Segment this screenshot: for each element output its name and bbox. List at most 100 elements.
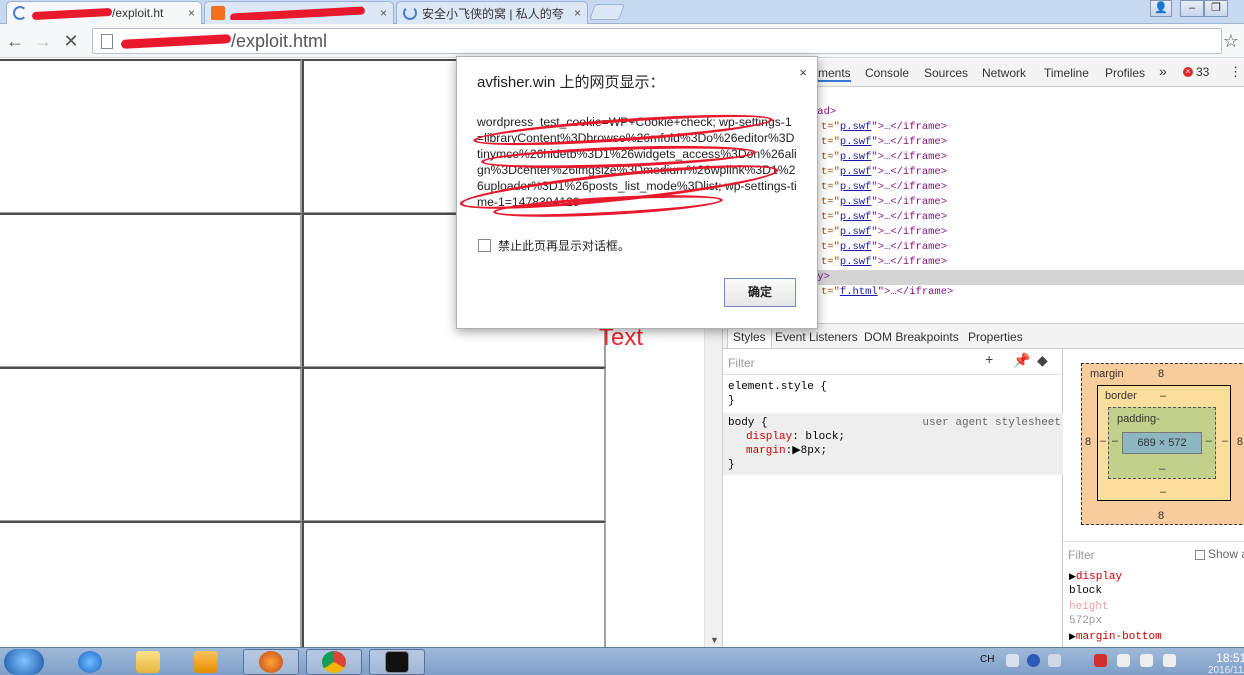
prop-name[interactable]: margin (746, 445, 786, 457)
firefox-taskbar-button[interactable] (243, 649, 299, 675)
new-tab-button[interactable] (589, 4, 625, 20)
tab-title: 安全小飞侠的窝 | 私人的夸 (422, 6, 564, 21)
margin-bottom: 8 (1158, 510, 1165, 522)
prop-name: height (1069, 601, 1109, 613)
scroll-down-icon[interactable]: ▼ (710, 635, 719, 645)
prop-value[interactable]: : block; (792, 431, 845, 443)
suppress-dialogs-checkbox[interactable]: 禁止此页再显示对话框。 (478, 237, 630, 254)
brace: } (728, 395, 735, 407)
show-all-label: Show a (1208, 547, 1244, 561)
media-player-taskbar-button[interactable] (178, 649, 234, 675)
border-top: – (1160, 390, 1167, 402)
page-icon (101, 33, 113, 49)
show-all-checkbox[interactable]: Show a (1195, 547, 1244, 561)
tab-close-icon[interactable]: × (188, 6, 195, 20)
margin-left: 8 (1085, 436, 1092, 448)
checkbox-box[interactable] (478, 239, 491, 252)
computed-prop[interactable]: height 572px (1069, 600, 1109, 628)
minimize-button[interactable]: – (1180, 0, 1204, 17)
computed-prop[interactable]: ▶display block (1069, 570, 1122, 598)
more-tabs-icon[interactable]: » (1159, 63, 1167, 79)
tab-sources[interactable]: Sources (924, 66, 968, 80)
media-player-icon (194, 651, 218, 673)
iframe-src-link[interactable]: p.swf (840, 226, 872, 238)
tab-event-listeners[interactable]: Event Listeners (775, 330, 858, 344)
error-icon: × (1183, 67, 1193, 77)
tab-exploit[interactable]: /exploit.ht × (6, 1, 202, 24)
network-error-icon[interactable] (1094, 654, 1107, 667)
stop-button[interactable]: ✕ (60, 30, 82, 52)
tab-close-icon[interactable]: × (574, 6, 581, 20)
system-clock[interactable]: 18:51 2016/11/ (1208, 651, 1244, 675)
tab-close-icon[interactable]: × (380, 6, 387, 20)
tab-profiles[interactable]: Profiles (1105, 66, 1145, 80)
add-rule-icon[interactable]: + (985, 353, 993, 369)
iframe-src-link[interactable]: p.swf (840, 136, 872, 148)
help-icon[interactable] (1027, 654, 1040, 667)
keyboard-icon[interactable] (1006, 654, 1019, 667)
color-format-icon[interactable]: ◆ (1037, 353, 1048, 370)
user-icon[interactable]: 👤 (1150, 0, 1172, 17)
iframe-src-link[interactable]: p.swf (840, 121, 872, 133)
tab-console[interactable]: Console (865, 66, 909, 80)
start-button[interactable] (4, 649, 44, 675)
tab-timeline[interactable]: Timeline (1044, 66, 1089, 80)
tab-network[interactable]: Network (982, 66, 1026, 80)
iframe-src-link[interactable]: p.swf (840, 166, 872, 178)
restore-button[interactable]: ❐ (1204, 0, 1228, 17)
bookmark-star-icon[interactable]: ☆ (1220, 30, 1242, 52)
padding-right: – (1205, 435, 1212, 447)
alert-dialog: avfisher.win 上的网页显示： × wordpress_test_co… (456, 56, 818, 329)
margin-right: 8 (1236, 436, 1243, 448)
explorer-taskbar-button[interactable] (120, 649, 176, 675)
address-bar[interactable]: /exploit.html (92, 28, 1222, 54)
stylesheet-source[interactable]: user agent stylesheet (922, 416, 1061, 430)
element-style-rule[interactable]: element.style { } (723, 377, 1063, 411)
ime-indicator[interactable]: CH (980, 654, 994, 665)
iframe-src-link[interactable]: p.swf (840, 211, 872, 223)
prop-name[interactable]: display (746, 431, 792, 443)
iframe-src-link[interactable]: p.swf (840, 256, 872, 268)
pin-icon[interactable]: 📌 (1013, 353, 1030, 370)
tab-elements[interactable]: ments (818, 66, 851, 82)
redaction-mark (32, 7, 113, 20)
devtools-menu-icon[interactable]: ⋮ (1229, 64, 1242, 80)
back-button[interactable]: ← (4, 30, 26, 52)
page-icon (13, 6, 27, 20)
box-model: margin 8 8 8 8 border – – – – padding- –… (1063, 349, 1244, 539)
usb-icon[interactable] (1117, 654, 1130, 667)
ie-taskbar-button[interactable] (62, 649, 118, 675)
tab-properties[interactable]: Properties (968, 330, 1023, 344)
border-bottom: – (1160, 486, 1167, 498)
iframe-src-link[interactable]: p.swf (840, 181, 872, 193)
tab-blog[interactable]: 安全小飞侠的窝 | 私人的夸 × (396, 1, 588, 24)
cmd-taskbar-button[interactable] (369, 649, 425, 675)
computed-prop[interactable]: ▶margin-bottom (1069, 630, 1162, 644)
prop-value[interactable]: :▶8px; (786, 445, 827, 457)
checkbox-label: 禁止此页再显示对话框。 (498, 239, 631, 253)
forward-button[interactable]: → (32, 30, 54, 52)
iframe-frame (0, 367, 302, 522)
dialog-close-icon[interactable]: × (799, 65, 807, 80)
iframe-src-link[interactable]: f.html (840, 286, 878, 298)
tab-second[interactable]: × (204, 1, 394, 24)
styles-filter[interactable]: Filter + 📌 ◆ (723, 349, 1063, 375)
styles-pane: Filter + 📌 ◆ element.style { } body { us… (723, 349, 1063, 647)
network-icon[interactable] (1140, 654, 1153, 667)
body-rule[interactable]: body { user agent stylesheet display: bl… (723, 413, 1063, 475)
options-icon[interactable] (1048, 654, 1061, 667)
chrome-taskbar-button[interactable] (306, 649, 362, 675)
box-model-content: 689 × 572 (1122, 432, 1202, 454)
computed-filter[interactable]: Filter (1068, 548, 1095, 562)
redaction-mark (230, 6, 366, 20)
firefox-icon (259, 651, 283, 673)
ok-button[interactable]: 确定 (724, 278, 796, 307)
volume-icon[interactable] (1163, 654, 1176, 667)
iframe-src-link[interactable]: p.swf (840, 151, 872, 163)
error-count-badge[interactable]: × 33 (1183, 65, 1209, 79)
iframe-src-link[interactable]: p.swf (840, 196, 872, 208)
iframe-src-link[interactable]: p.swf (840, 241, 872, 253)
tab-dom-breakpoints[interactable]: DOM Breakpoints (864, 330, 959, 344)
clock-date: 2016/11/ (1208, 665, 1244, 675)
tab-styles[interactable]: Styles (727, 326, 772, 348)
